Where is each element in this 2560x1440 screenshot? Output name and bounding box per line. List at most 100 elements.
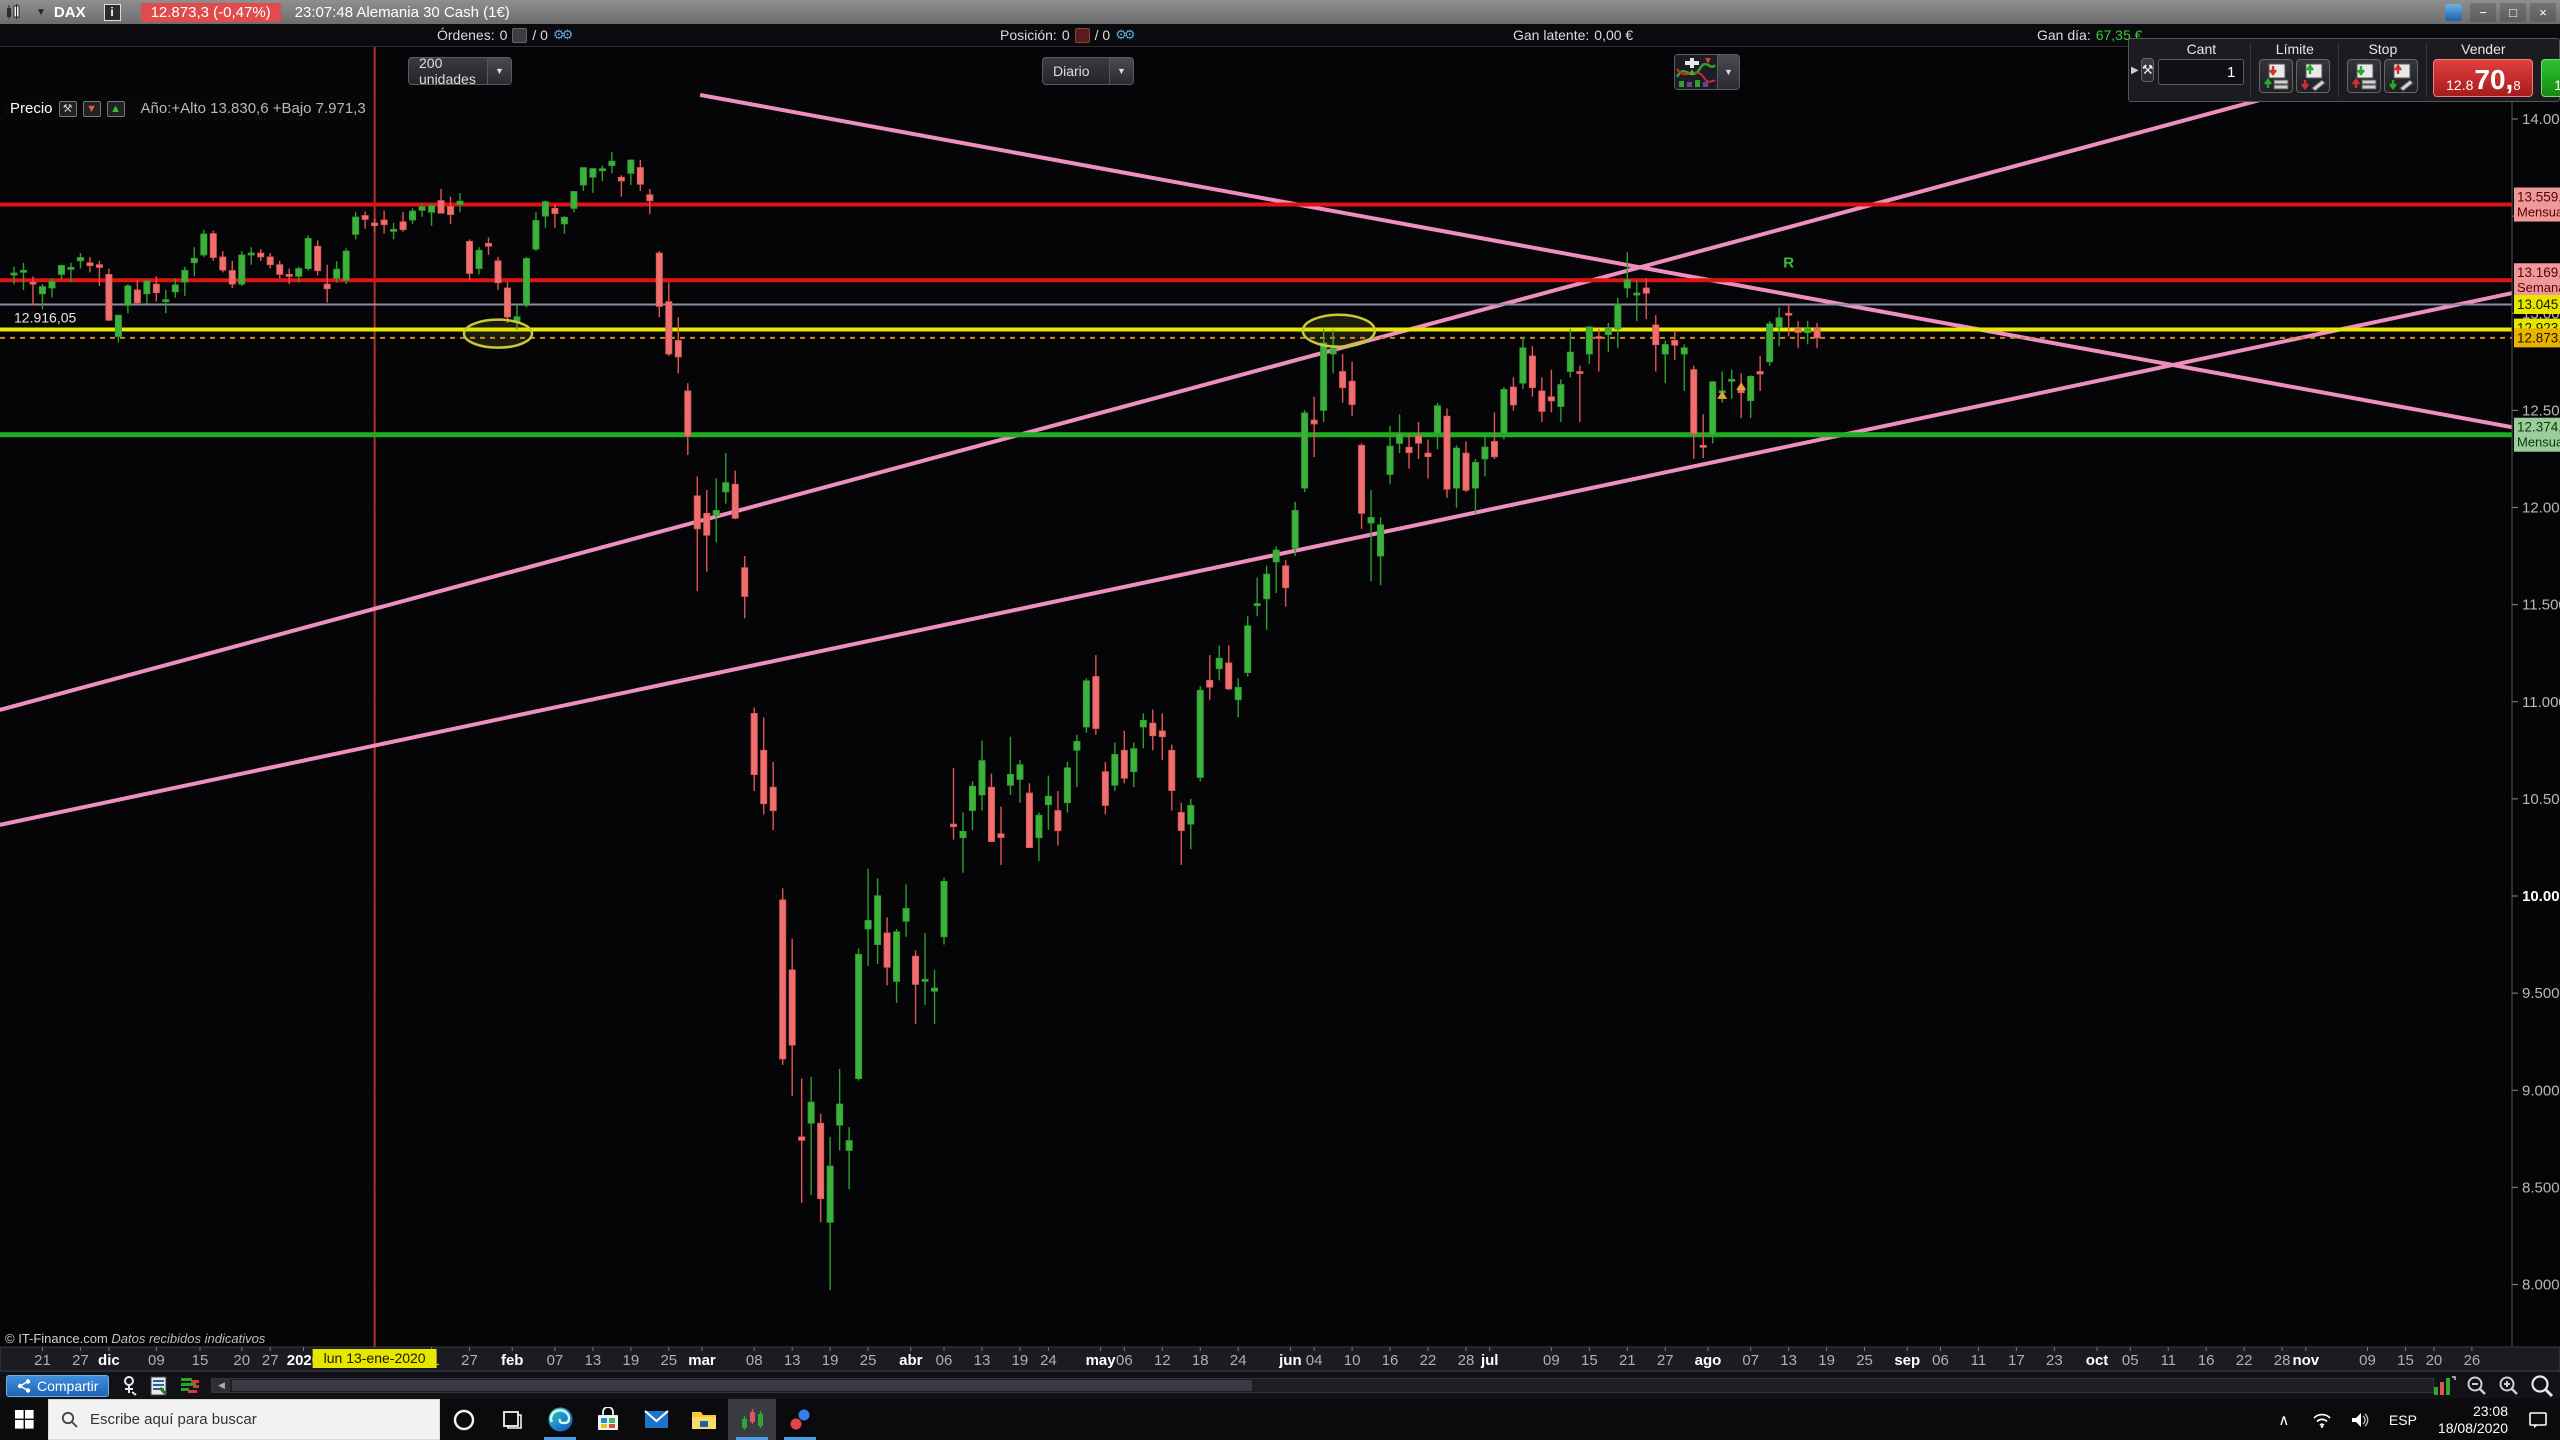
orders-settings-gear-icon[interactable]: ⚙⚙ bbox=[553, 27, 570, 43]
latent-gain-group: Gan latente: 0,00 € bbox=[1513, 27, 1633, 43]
limit-sell-order-icon[interactable] bbox=[2296, 59, 2330, 93]
orders-pending: / 0 bbox=[532, 27, 548, 43]
units-dropdown[interactable]: 200 unidades ▼ bbox=[408, 57, 512, 85]
timeframe-dropdown-caret-icon[interactable]: ▼ bbox=[1109, 58, 1133, 84]
info-icon[interactable]: i bbox=[104, 4, 121, 21]
action-center-button[interactable] bbox=[2520, 1399, 2556, 1440]
orders-icon[interactable] bbox=[512, 28, 527, 43]
taskbar-app-edge[interactable] bbox=[536, 1399, 584, 1440]
clock-time: 23:08 bbox=[2438, 1403, 2508, 1420]
quantity-input[interactable]: 1 bbox=[2158, 59, 2244, 85]
zoom-area-magnifier-icon[interactable] bbox=[2530, 1374, 2554, 1398]
units-dropdown-caret-icon[interactable]: ▼ bbox=[487, 58, 511, 84]
notification-icon bbox=[2528, 1411, 2548, 1429]
x-axis-tick-label: 13 bbox=[974, 1352, 991, 1369]
zoom-in-icon[interactable] bbox=[2498, 1375, 2520, 1397]
x-axis-tick-label: 20 bbox=[233, 1352, 250, 1369]
scroll-left-arrow-icon[interactable]: ◀ bbox=[212, 1379, 230, 1392]
detach-window-icon[interactable] bbox=[119, 1375, 139, 1397]
chart-type-icon[interactable] bbox=[1674, 54, 1718, 90]
taskbar-app-dots[interactable] bbox=[776, 1399, 824, 1440]
units-dropdown-value: 200 unidades bbox=[409, 55, 487, 87]
latent-gain-value: 0,00 € bbox=[1594, 27, 1633, 43]
taskbar-app-trading-platform[interactable] bbox=[728, 1399, 776, 1440]
panel-expander-arrow[interactable]: ▶ bbox=[2129, 65, 2141, 76]
task-view-button[interactable] bbox=[488, 1399, 536, 1440]
x-axis-tick-label: 27 bbox=[72, 1352, 89, 1369]
x-axis-tick-label: 20 bbox=[2426, 1352, 2443, 1369]
instrument-name: DAX bbox=[54, 4, 86, 21]
x-axis-tick-label: oct bbox=[2086, 1352, 2109, 1369]
x-axis-tick-label: abr bbox=[899, 1352, 923, 1369]
order-book-icon[interactable] bbox=[179, 1376, 201, 1396]
x-axis-tick-label: 18 bbox=[1192, 1352, 1209, 1369]
svg-text:Mensual: Mensual bbox=[2517, 205, 2560, 220]
sell-button[interactable]: 12.8 70, 8 bbox=[2433, 59, 2533, 97]
panel-settings-wrench-icon[interactable]: ⚒ bbox=[2141, 58, 2155, 82]
day-gain-label: Gan día: bbox=[2037, 27, 2091, 43]
x-axis-tick-label: 25 bbox=[1856, 1352, 1873, 1369]
x-axis-tick-label: 19 bbox=[822, 1352, 839, 1369]
clock-date: 18/08/2020 bbox=[2438, 1420, 2508, 1437]
share-button-label: Compartir bbox=[37, 1378, 98, 1394]
window-title-bar: ▼ DAX i 12.873,3 (-0,47%) 23:07:48 Alema… bbox=[0, 0, 2560, 24]
indicator-wrench-icon[interactable]: ⚒ bbox=[59, 101, 77, 117]
auto-scale-icon[interactable] bbox=[2432, 1375, 2456, 1397]
show-hidden-icons-button[interactable]: ∧ bbox=[2266, 1399, 2302, 1440]
x-axis-tick-label: jul bbox=[1480, 1352, 1499, 1369]
chart-horizontal-scrollbar[interactable]: ◀ bbox=[211, 1378, 2434, 1393]
x-axis-tick-label: nov bbox=[2292, 1352, 2319, 1369]
cortana-icon bbox=[452, 1408, 476, 1432]
position-pending: / 0 bbox=[1095, 27, 1111, 43]
indicator-sell-page-icon[interactable]: ▼ bbox=[83, 101, 101, 117]
chart-type-button[interactable]: ▼ bbox=[1674, 54, 1740, 90]
position-settings-gear-icon[interactable]: ⚙⚙ bbox=[1115, 27, 1132, 43]
windows-taskbar: Escribe aquí para buscar bbox=[0, 1399, 2560, 1440]
x-axis-tick-label: feb bbox=[501, 1352, 524, 1369]
scrollbar-thumb[interactable] bbox=[232, 1380, 1252, 1391]
x-axis-tick-label: 21 bbox=[34, 1352, 51, 1369]
x-axis-tick-label: 06 bbox=[936, 1352, 953, 1369]
chart-type-caret-icon[interactable]: ▼ bbox=[1718, 54, 1740, 90]
x-axis-tick-label: 09 bbox=[1543, 1352, 1560, 1369]
buy-button[interactable]: 12.8 75, 8 bbox=[2541, 59, 2560, 97]
mail-app-icon bbox=[643, 1406, 670, 1433]
x-axis-tick-label: 13 bbox=[784, 1352, 801, 1369]
language-indicator[interactable]: ESP bbox=[2380, 1399, 2426, 1440]
taskbar-app-store[interactable] bbox=[584, 1399, 632, 1440]
stop-column: Stop bbox=[2341, 39, 2424, 101]
buy-column: Comprar 12.8 75, 8 bbox=[2537, 39, 2560, 101]
price-chart[interactable]: R12.916,0514.00013.50013.00012.50012.000… bbox=[0, 0, 2560, 1440]
maximize-button[interactable]: □ bbox=[2500, 3, 2526, 22]
x-axis-tick-label: 15 bbox=[1581, 1352, 1598, 1369]
stop-sell-order-icon[interactable] bbox=[2384, 59, 2418, 93]
windows-logo-icon bbox=[15, 1410, 34, 1429]
minimize-button[interactable]: − bbox=[2470, 3, 2496, 22]
x-axis-tick-label: 15 bbox=[2397, 1352, 2414, 1369]
start-button[interactable] bbox=[0, 1399, 48, 1440]
x-axis-tick-label: 22 bbox=[2236, 1352, 2253, 1369]
svg-text:Mensual: Mensual bbox=[2517, 435, 2560, 450]
stop-buy-order-icon[interactable] bbox=[2347, 59, 2381, 93]
network-button[interactable] bbox=[2304, 1399, 2340, 1440]
taskbar-app-mail[interactable] bbox=[632, 1399, 680, 1440]
position-close-icon[interactable] bbox=[1075, 28, 1090, 43]
taskbar-app-explorer[interactable] bbox=[680, 1399, 728, 1440]
notes-list-icon[interactable] bbox=[149, 1376, 169, 1396]
limit-buy-order-icon[interactable] bbox=[2259, 59, 2293, 93]
sell-price-big: 70, bbox=[2474, 67, 2513, 93]
volume-button[interactable] bbox=[2342, 1399, 2378, 1440]
close-button[interactable]: × bbox=[2530, 3, 2556, 22]
cortana-button[interactable] bbox=[440, 1399, 488, 1440]
taskbar-clock[interactable]: 23:08 18/08/2020 bbox=[2428, 1403, 2518, 1437]
instrument-dropdown-caret[interactable]: ▼ bbox=[36, 7, 46, 18]
taskbar-search-input[interactable]: Escribe aquí para buscar bbox=[48, 1399, 440, 1440]
indicator-buy-page-icon[interactable]: ▲ bbox=[107, 101, 125, 117]
indicative-data-note: Datos recibidos indicativos bbox=[111, 1331, 265, 1346]
timeframe-dropdown[interactable]: Diario ▼ bbox=[1042, 57, 1134, 85]
zoom-out-icon[interactable] bbox=[2466, 1375, 2488, 1397]
alert-line-left-label: 12.916,05 bbox=[14, 310, 76, 326]
share-button[interactable]: Compartir bbox=[6, 1375, 109, 1397]
indicator-year-stats: Año:+Alto 13.830,6 +Bajo 7.971,3 bbox=[141, 100, 366, 117]
quantity-label: Cant bbox=[2187, 41, 2217, 59]
